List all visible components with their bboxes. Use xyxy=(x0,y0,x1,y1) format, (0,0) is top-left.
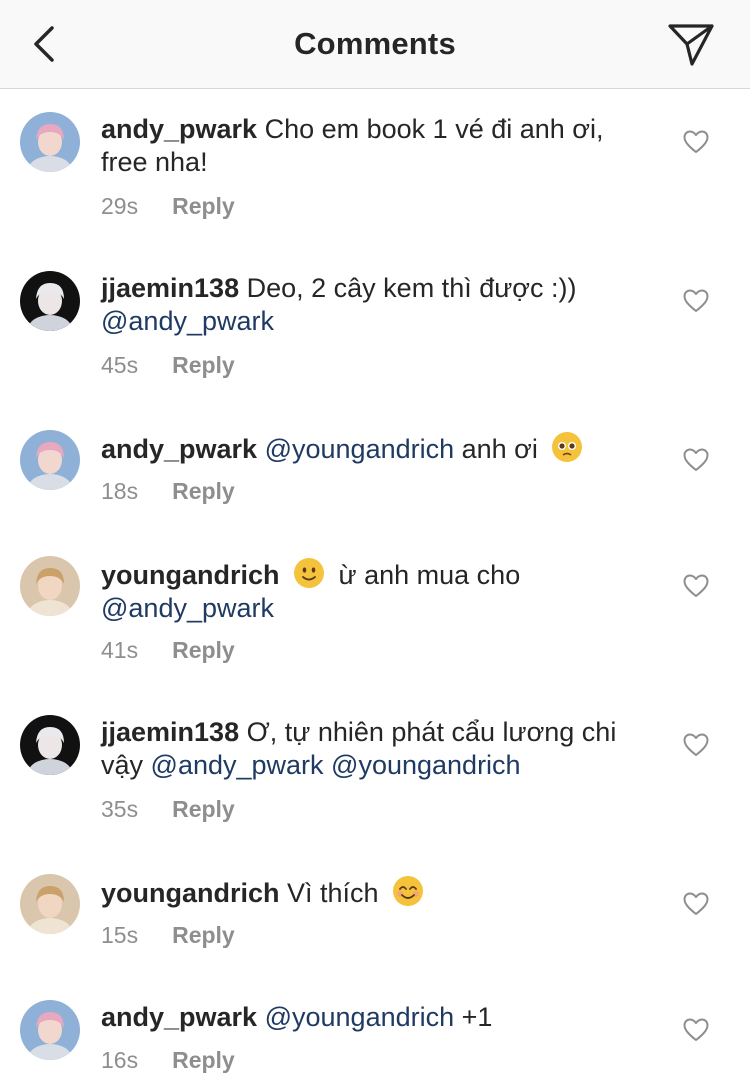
heart-icon[interactable] xyxy=(683,130,709,154)
comment-timestamp: 18s xyxy=(101,478,139,504)
comment-text: youngandrich Vì thích xyxy=(101,875,661,910)
comment-timestamp: 15s xyxy=(101,922,139,948)
comment-meta: 15s Reply xyxy=(101,922,235,949)
slightly-smiling-face-emoji xyxy=(293,557,325,589)
comment-meta: 18s Reply xyxy=(101,478,235,505)
page-title: Comments xyxy=(294,26,456,61)
avatar[interactable] xyxy=(20,715,80,775)
comment-meta: 41s Reply xyxy=(101,637,235,664)
comment-timestamp: 29s xyxy=(101,193,139,219)
comment-body-text: anh ơi xyxy=(454,434,546,464)
comment-timestamp: 16s xyxy=(101,1047,139,1073)
comment-body-text: Vì thích xyxy=(287,878,387,908)
mention-link[interactable]: @andy_pwark xyxy=(101,593,274,623)
smiling-face-emoji xyxy=(392,875,424,907)
heart-icon[interactable] xyxy=(683,448,709,472)
comment-username[interactable]: jjaemin138 xyxy=(101,273,239,303)
heart-icon[interactable] xyxy=(683,1018,709,1042)
comment-username[interactable]: jjaemin138 xyxy=(101,717,239,747)
avatar[interactable] xyxy=(20,112,80,172)
reply-button[interactable]: Reply xyxy=(172,796,235,822)
comment-body-text: vậy xyxy=(101,750,151,780)
comment-body-text: free nha! xyxy=(101,147,208,177)
avatar[interactable] xyxy=(20,1000,80,1060)
comment-body-text: +1 xyxy=(454,1002,493,1032)
mention-link[interactable]: @youngandrich xyxy=(331,750,521,780)
comment-timestamp: 35s xyxy=(101,796,139,822)
reply-button[interactable]: Reply xyxy=(172,637,235,663)
comment-text: andy_pwark @youngandrich anh ơi xyxy=(101,431,661,466)
comment-username[interactable]: youngandrich xyxy=(101,878,280,908)
header-bar: Comments xyxy=(0,0,750,89)
mention-link[interactable]: @youngandrich xyxy=(265,1002,455,1032)
comment-text: andy_pwark Cho em book 1 vé đi anh ơi, fr… xyxy=(101,113,661,179)
avatar[interactable] xyxy=(20,271,80,331)
comment-meta: 16s Reply xyxy=(101,1047,235,1074)
reply-button[interactable]: Reply xyxy=(172,1047,235,1073)
comment-username[interactable]: youngandrich xyxy=(101,560,280,590)
avatar[interactable] xyxy=(20,556,80,616)
comment-meta: 35s Reply xyxy=(101,796,235,823)
heart-icon[interactable] xyxy=(683,289,709,313)
comment-timestamp: 45s xyxy=(101,352,139,378)
share-button[interactable] xyxy=(666,20,716,68)
reply-button[interactable]: Reply xyxy=(172,922,235,948)
comment-body-text: ừ anh mua cho xyxy=(331,560,521,590)
comment-body-text: Cho em book 1 vé đi anh ơi, xyxy=(264,114,604,144)
comment-body-text: Ơ, tự nhiên phát cẩu lương chi xyxy=(246,717,617,747)
comment-text: jjaemin138 Deo, 2 cây kem thì được :)) @a… xyxy=(101,272,661,338)
reply-button[interactable]: Reply xyxy=(172,193,235,219)
heart-icon[interactable] xyxy=(683,733,709,757)
comment-username[interactable]: andy_pwark xyxy=(101,114,257,144)
heart-icon[interactable] xyxy=(683,574,709,598)
comment-meta: 29s Reply xyxy=(101,193,235,220)
mention-link[interactable]: @andy_pwark xyxy=(151,750,324,780)
pleading-face-emoji xyxy=(551,431,583,463)
mention-link[interactable]: @youngandrich xyxy=(265,434,455,464)
heart-icon[interactable] xyxy=(683,892,709,916)
comment-text: youngandrich ừ anh mua cho @andy_pwark xyxy=(101,557,661,625)
comment-username[interactable]: andy_pwark xyxy=(101,434,257,464)
comment-username[interactable]: andy_pwark xyxy=(101,1002,257,1032)
reply-button[interactable]: Reply xyxy=(172,352,235,378)
avatar[interactable] xyxy=(20,430,80,490)
avatar[interactable] xyxy=(20,874,80,934)
comment-timestamp: 41s xyxy=(101,637,139,663)
comment-text: jjaemin138 Ơ, tự nhiên phát cẩu lương ch… xyxy=(101,716,661,782)
paper-plane-icon xyxy=(668,24,714,66)
comment-body-text: Deo, 2 cây kem thì được :)) xyxy=(246,273,577,303)
mention-link[interactable]: @andy_pwark xyxy=(101,306,274,336)
comment-body-text xyxy=(324,750,332,780)
reply-button[interactable]: Reply xyxy=(172,478,235,504)
comment-text: andy_pwark @youngandrich +1 xyxy=(101,1001,661,1034)
comment-meta: 45s Reply xyxy=(101,352,235,379)
